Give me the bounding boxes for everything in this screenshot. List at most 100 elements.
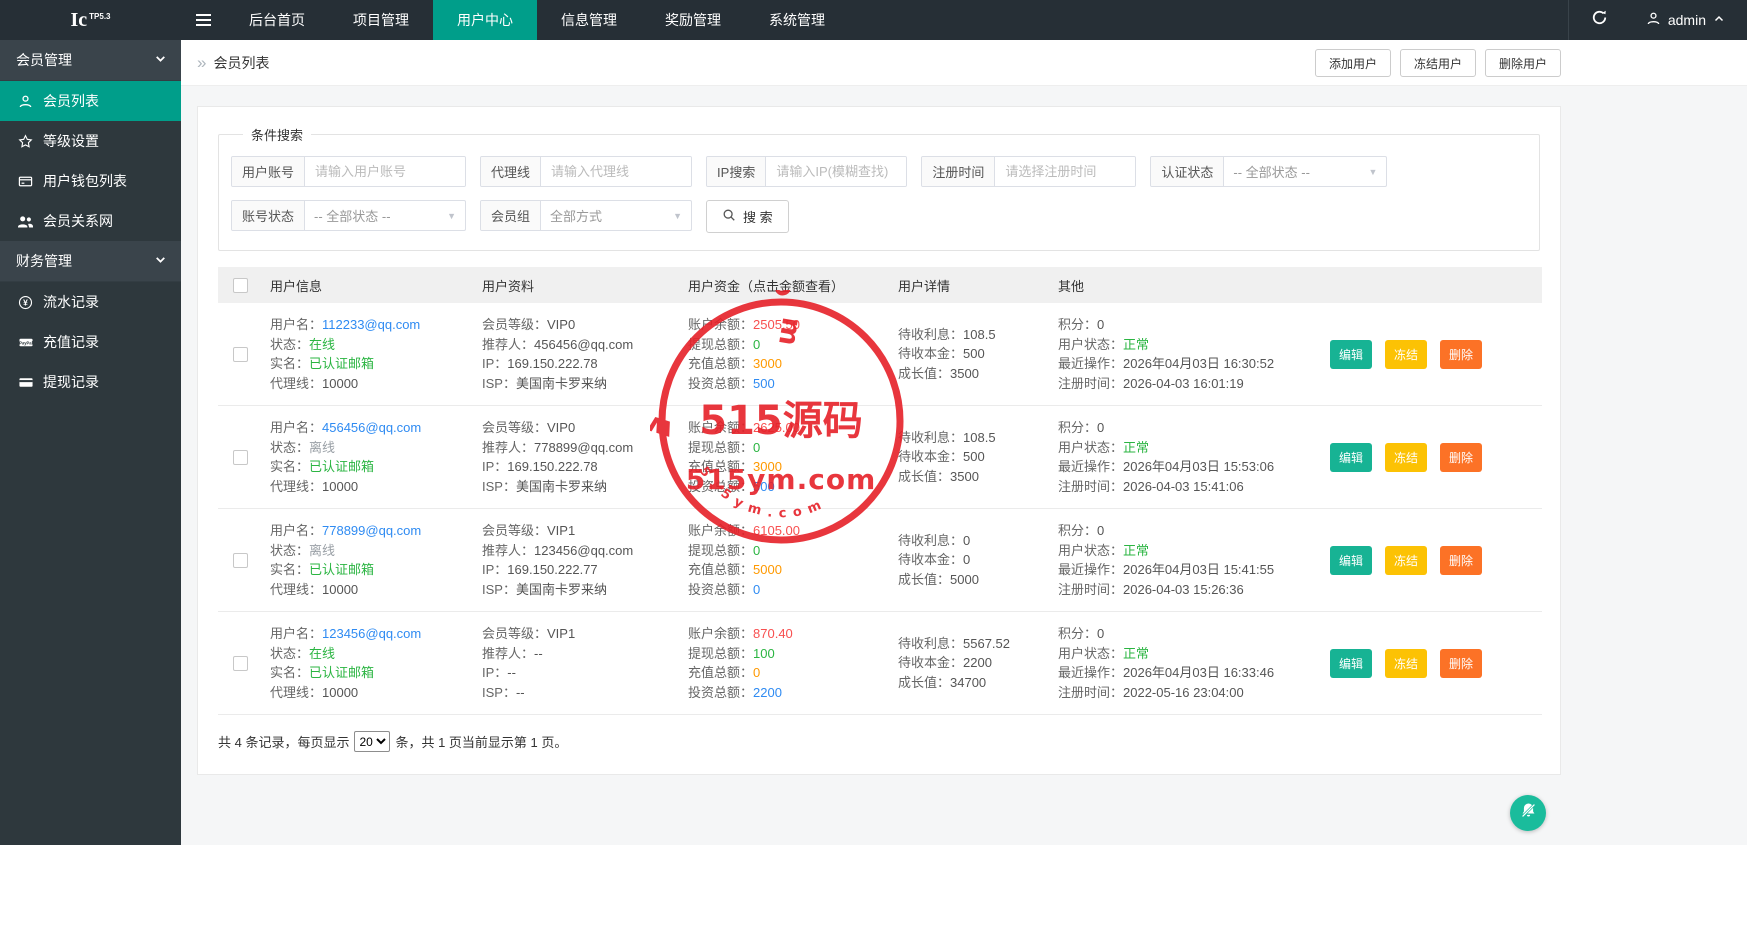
- edit-button[interactable]: 编辑: [1330, 339, 1373, 369]
- refresh-icon: [1591, 9, 1608, 31]
- recharge-value[interactable]: 5000: [753, 562, 782, 577]
- withdraw-value[interactable]: 0: [753, 543, 760, 558]
- account-status-select[interactable]: -- 全部状态 -- ▼: [305, 201, 465, 230]
- sidebar-item-transaction-log[interactable]: ¥ 流水记录: [0, 282, 181, 322]
- status-label: 状态：: [270, 439, 310, 455]
- username-value[interactable]: 456456@qq.com: [322, 420, 421, 435]
- recharge-value[interactable]: 3000: [753, 459, 782, 474]
- recharge-value[interactable]: 0: [753, 665, 760, 680]
- agent-input[interactable]: [541, 157, 692, 186]
- points-value: 0: [1097, 626, 1105, 641]
- state-line: 用户状态：正常: [1058, 335, 1322, 355]
- last_action-line: 最近操作：2026年04月03日 15:41:55: [1058, 560, 1322, 580]
- growth-label: 成长值：: [898, 571, 951, 587]
- topbar-menu-item-info[interactable]: 信息管理: [537, 0, 641, 40]
- status-label: 状态：: [270, 645, 310, 661]
- ip-line: IP：169.150.222.78: [482, 354, 680, 374]
- level-line: 会员等级：VIP1: [482, 624, 680, 644]
- row-checkbox[interactable]: [232, 655, 248, 671]
- ip-input[interactable]: [766, 157, 907, 186]
- sidebar-item-member-network[interactable]: 会员关系网: [0, 201, 181, 241]
- balance-value[interactable]: 870.40: [753, 626, 793, 641]
- withdraw-value[interactable]: 0: [753, 337, 760, 352]
- regtime-input[interactable]: [995, 157, 1136, 186]
- sidebar-item-member-list[interactable]: 会员列表: [0, 81, 181, 121]
- invest-value[interactable]: 500: [753, 376, 775, 391]
- balance-value[interactable]: 2505.50: [753, 317, 800, 332]
- sidebar-group-finance-management[interactable]: 财务管理: [0, 241, 181, 282]
- isp-label: ISP：: [482, 581, 516, 597]
- invest-value[interactable]: 500: [753, 479, 775, 494]
- user-menu[interactable]: admin: [1630, 0, 1747, 40]
- row-checkbox[interactable]: [232, 346, 248, 362]
- principal-value: 2200: [963, 655, 992, 671]
- invest-line: 投资总额：500: [688, 374, 892, 394]
- withdraw-value[interactable]: 100: [753, 646, 775, 661]
- mute-notifications-button[interactable]: [1510, 795, 1546, 831]
- breadcrumb: 会员列表: [213, 54, 270, 71]
- level-value: VIP0: [547, 420, 576, 435]
- topbar-menu-item-system[interactable]: 系统管理: [745, 0, 849, 40]
- points-value: 0: [1097, 317, 1105, 332]
- search-button[interactable]: 搜 索: [706, 200, 789, 233]
- delete-button[interactable]: 删除: [1440, 648, 1483, 678]
- account-input[interactable]: [305, 157, 466, 186]
- sidebar-item-label: 会员列表: [43, 93, 99, 109]
- ip-label: IP：: [482, 459, 508, 474]
- topbar-menu-item-projects[interactable]: 项目管理: [329, 0, 433, 40]
- sidebar-toggle-button[interactable]: [181, 0, 225, 40]
- username-value[interactable]: 123456@qq.com: [322, 626, 421, 641]
- state-value: 正常: [1123, 645, 1150, 661]
- refresh-button[interactable]: [1567, 0, 1630, 40]
- isp-value: 美国南卡罗来纳: [515, 375, 607, 391]
- app-logo[interactable]: Ic TP5.3: [0, 0, 181, 40]
- sidebar-item-withdraw-log[interactable]: 提现记录: [0, 362, 181, 402]
- recharge-value[interactable]: 3000: [753, 356, 782, 371]
- referrer-line: 推荐人：--: [482, 644, 680, 664]
- topbar-menu-item-home[interactable]: 后台首页: [225, 0, 329, 40]
- invest-line: 投资总额：2200: [688, 683, 892, 703]
- member-group-select[interactable]: 全部方式 ▼: [541, 201, 691, 230]
- referrer-label: 推荐人：: [482, 336, 535, 352]
- sidebar-group-member-management[interactable]: 会员管理: [0, 40, 181, 81]
- agent_line-line: 代理线：10000: [270, 477, 474, 497]
- add-user-button[interactable]: 添加用户: [1314, 49, 1391, 77]
- freeze-button[interactable]: 冻结: [1385, 442, 1428, 472]
- edit-button[interactable]: 编辑: [1330, 545, 1373, 575]
- state-label: 用户状态：: [1058, 336, 1124, 352]
- freeze-user-button[interactable]: 冻结用户: [1399, 49, 1476, 77]
- status-line: 状态：在线: [270, 335, 474, 355]
- principal-label: 待收本金：: [898, 552, 964, 568]
- row-checkbox[interactable]: [232, 449, 248, 465]
- edit-button[interactable]: 编辑: [1330, 648, 1373, 678]
- delete-button[interactable]: 删除: [1440, 442, 1483, 472]
- delete-user-button[interactable]: 删除用户: [1484, 49, 1561, 77]
- balance-value[interactable]: 2625.00: [753, 420, 800, 435]
- invest-value[interactable]: 2200: [753, 685, 782, 700]
- auth-status-select[interactable]: -- 全部状态 -- ▼: [1224, 157, 1386, 186]
- freeze-button[interactable]: 冻结: [1385, 648, 1428, 678]
- invest-value[interactable]: 0: [753, 582, 760, 597]
- sidebar-item-user-wallets[interactable]: 用户钱包列表: [0, 161, 181, 201]
- page-size-select[interactable]: 20: [354, 731, 391, 752]
- row-checkbox[interactable]: [232, 552, 248, 568]
- delete-button[interactable]: 删除: [1440, 339, 1483, 369]
- withdraw-value[interactable]: 0: [753, 440, 760, 455]
- edit-button[interactable]: 编辑: [1330, 442, 1373, 472]
- column-header: 用户资金（点击金额查看）: [688, 278, 845, 294]
- topbar-menu-item-rewards[interactable]: 奖励管理: [641, 0, 745, 40]
- freeze-button[interactable]: 冻结: [1385, 545, 1428, 575]
- delete-button[interactable]: 删除: [1440, 545, 1483, 575]
- realname-line: 实名：已认证邮箱: [270, 663, 474, 683]
- interest-label: 待收利息：: [898, 429, 964, 445]
- sidebar-item-level-settings[interactable]: 等级设置: [0, 121, 181, 161]
- balance-value[interactable]: 6105.00: [753, 523, 800, 538]
- username-value[interactable]: 112233@qq.com: [322, 317, 420, 332]
- freeze-button[interactable]: 冻结: [1385, 339, 1428, 369]
- agent_line-line: 代理线：10000: [270, 580, 474, 600]
- username-value[interactable]: 778899@qq.com: [322, 523, 421, 538]
- topbar-menu-item-user-center[interactable]: 用户中心: [433, 0, 537, 40]
- sidebar-item-recharge-log[interactable]: PayPal 充值记录: [0, 322, 181, 362]
- select-all-checkbox[interactable]: [232, 277, 248, 293]
- member-list-panel: 条件搜索 用户账号 代理线 IP搜索 注册时间: [197, 106, 1561, 775]
